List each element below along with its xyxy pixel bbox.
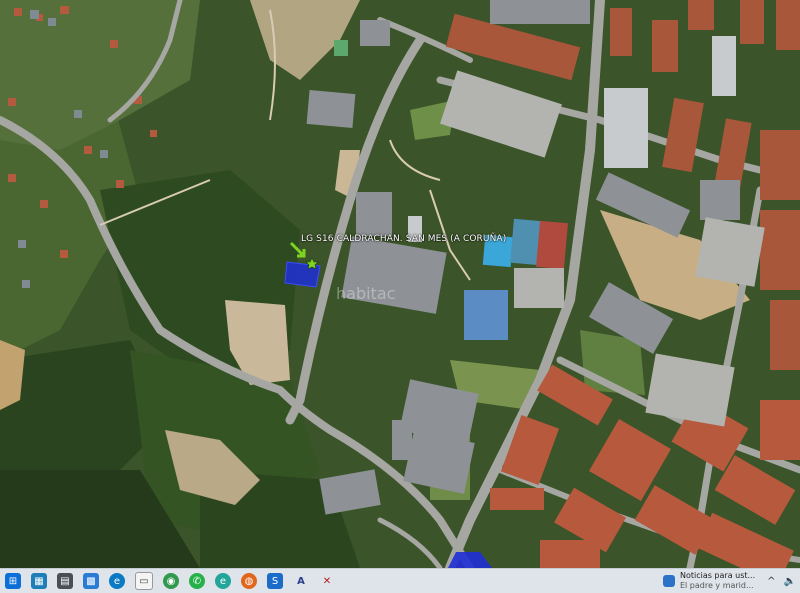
news-notification[interactable]: Noticias para ust... El padre y marid... — [662, 571, 756, 591]
firefox-icon[interactable]: ◍ — [241, 573, 257, 589]
edge-beta-icon[interactable]: e — [215, 573, 231, 589]
app-s-icon[interactable]: S — [267, 573, 283, 589]
document-icon[interactable]: ▭ — [135, 572, 153, 590]
chrome-icon[interactable]: ◉ — [163, 573, 179, 589]
system-tray: ^ 🔈 — [763, 576, 800, 587]
task-view-icon[interactable]: ▤ — [57, 573, 73, 589]
satellite-map[interactable]: LG S16 CALDRACHAN. SAN MES (A CORUÑA) ha… — [0, 0, 800, 568]
watermark-text: habitac — [336, 284, 396, 303]
notification-body: El padre y marid... — [679, 581, 754, 590]
app-a-icon[interactable]: A — [293, 573, 309, 589]
placemark-label[interactable]: LG S16 CALDRACHAN. SAN MES (A CORUÑA) — [301, 234, 506, 244]
tray-chevron-icon[interactable]: ^ — [767, 576, 775, 587]
edge-icon[interactable]: e — [109, 573, 125, 589]
file-explorer-icon[interactable]: ▦ — [31, 573, 47, 589]
news-icon — [662, 575, 675, 587]
photos-icon[interactable]: ▩ — [83, 573, 99, 589]
start-windows-icon[interactable]: ⊞ — [5, 573, 21, 589]
satellite-imagery — [0, 0, 800, 568]
whatsapp-icon[interactable]: ✆ — [189, 573, 205, 589]
app-x-icon[interactable]: ✕ — [319, 573, 335, 589]
notification-title: Noticias para ust... — [679, 571, 756, 580]
windows-taskbar: ⊞ ▦ ▤ ▩ e ▭ ◉ ✆ e ◍ S A ✕ Noticias para … — [0, 568, 800, 593]
volume-icon[interactable]: 🔈 — [784, 576, 796, 587]
